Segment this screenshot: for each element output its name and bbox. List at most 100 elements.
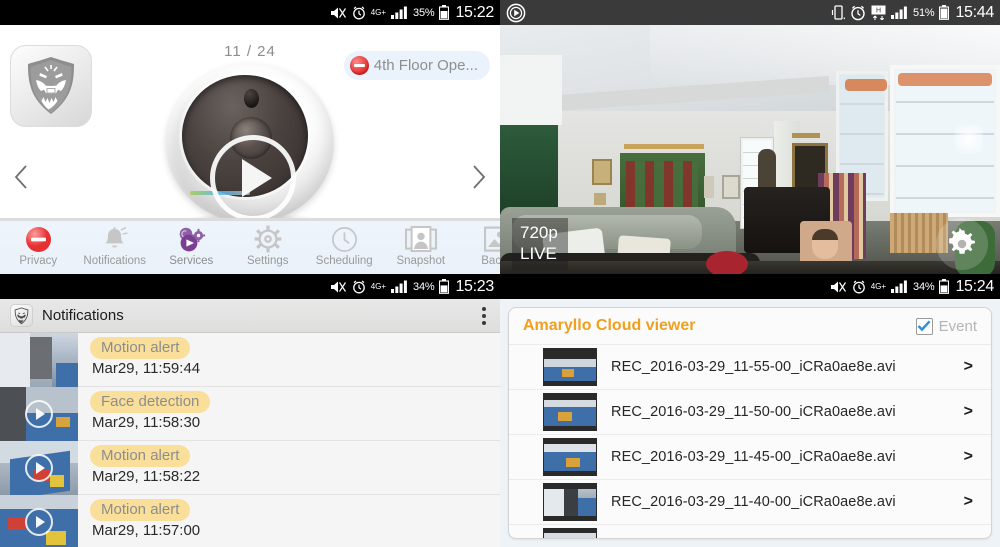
statusbar-notifications: 4G+ 34% 15:23: [0, 274, 500, 299]
pillow-hair: [812, 229, 838, 240]
panel-title: Notifications: [42, 307, 124, 324]
toolbar-label: Scheduling: [315, 255, 373, 267]
notification-list[interactable]: Motion alert Mar29, 11:59:44 Face detect…: [0, 333, 500, 547]
list-item[interactable]: Motion alert Mar29, 11:57:00: [0, 495, 500, 547]
alarm-icon: [852, 274, 866, 299]
notification-meta: Motion alert Mar29, 11:59:44: [78, 333, 500, 386]
table-row[interactable]: REC_2016-03-29_11-35-01_iCRa0ae8e.avi >: [509, 524, 991, 539]
signal-icon: [391, 0, 408, 25]
chevron-right-icon[interactable]: >: [964, 358, 973, 376]
gear-icon[interactable]: [936, 218, 988, 270]
chevron-right-icon[interactable]: [462, 155, 496, 199]
play-icon[interactable]: [25, 508, 53, 536]
chevron-left-icon[interactable]: [4, 155, 38, 199]
wall-frame-4: [704, 176, 714, 198]
table-row[interactable]: REC_2016-03-29_11-50-00_iCRa0ae8e.avi >: [509, 389, 991, 434]
network-label: 4G+: [370, 8, 387, 17]
cloud-viewer-panel: 4G+ 34% 15:24 Amaryllo Cloud viewer Even…: [500, 274, 1000, 547]
toolbar-item-privacy[interactable]: Privacy: [0, 221, 77, 267]
notification-time: Mar29, 11:58:30: [92, 414, 201, 431]
device-name-pill[interactable]: 4th Floor Ope...: [343, 51, 490, 80]
alarm-icon: [352, 0, 366, 25]
clock-icon: [331, 225, 358, 253]
toolbar-label: Backg: [481, 255, 500, 267]
gear-icon: [254, 225, 282, 253]
thumb-item: [566, 458, 580, 467]
battery-icon: [439, 274, 450, 299]
toolbar-item-background[interactable]: Backg: [459, 221, 500, 267]
cabinet-drawers: [626, 161, 698, 213]
bell-icon: [101, 225, 128, 253]
chevron-right-icon[interactable]: >: [964, 493, 973, 511]
device-selector-panel: 4G+ 35% 15:22 11 / 24 4th Floor Ope... P…: [0, 0, 500, 274]
live-camera-image[interactable]: 720p LIVE: [500, 25, 1000, 274]
wall-frame-1: [592, 159, 612, 185]
chevron-right-icon[interactable]: >: [964, 538, 973, 539]
window-flare: [955, 125, 983, 153]
data-transfer-icon: H: [871, 0, 886, 25]
play-icon[interactable]: [25, 400, 53, 428]
recording-thumbnail: [543, 483, 597, 521]
statusbar-live: H 51% 15:44: [500, 0, 1000, 25]
privacy-deny-icon: [349, 56, 369, 75]
left-window-glow: [500, 55, 562, 125]
status-badge: Face detection: [90, 391, 211, 413]
event-checkbox[interactable]: [915, 317, 933, 335]
app-screenshot-grid: 4G+ 35% 15:22 11 / 24 4th Floor Ope... P…: [0, 0, 1000, 547]
live-view-panel: H 51% 15:44 720p LIVE: [500, 0, 1000, 274]
toolbar-item-services[interactable]: Services: [153, 221, 230, 267]
thumb-letterbox-bottom: [544, 516, 596, 520]
toolbar-label: Snapshot: [396, 255, 446, 267]
toolbar-label: Services: [169, 255, 214, 267]
statusbar-cloud: 4G+ 34% 15:24: [500, 274, 1000, 299]
network-type-icon: 4G+: [871, 274, 886, 299]
live-label: LIVE: [520, 244, 557, 263]
thumb-letterbox-bottom: [544, 471, 596, 475]
play-icon[interactable]: [210, 135, 296, 221]
thumb-dark: [0, 387, 26, 441]
table-row[interactable]: REC_2016-03-29_11-55-00_iCRa0ae8e.avi >: [509, 344, 991, 389]
table-row[interactable]: REC_2016-03-29_11-45-00_iCRa0ae8e.avi >: [509, 434, 991, 479]
play-icon[interactable]: [25, 454, 53, 482]
chevron-right-icon[interactable]: >: [964, 403, 973, 421]
network-label: 4G+: [870, 282, 887, 291]
thumb-cart: [56, 363, 78, 387]
recording-name: REC_2016-03-29_11-40-00_iCRa0ae8e.avi: [611, 494, 896, 510]
notification-thumbnail: [0, 441, 78, 495]
battery-percent: 35%: [413, 6, 435, 19]
signal-icon: [891, 0, 908, 25]
notification-meta: Motion alert Mar29, 11:57:00: [78, 495, 500, 547]
window-decor-right: [898, 73, 992, 86]
services-icon: [176, 225, 206, 253]
recording-thumbnail: [543, 438, 597, 476]
thumb-item-yellow: [50, 475, 64, 487]
kebab-menu-icon[interactable]: [478, 303, 490, 329]
toolbar-label: Settings: [246, 255, 289, 267]
table-row[interactable]: REC_2016-03-29_11-40-00_iCRa0ae8e.avi >: [509, 479, 991, 524]
recording-thumbnail: [543, 528, 597, 538]
list-item[interactable]: Motion alert Mar29, 11:59:44: [0, 333, 500, 387]
thumb-letterbox-bottom: [544, 426, 596, 430]
vibrate-icon: [831, 0, 846, 25]
list-item[interactable]: Face detection Mar29, 11:58:30: [0, 387, 500, 441]
camera-sensor-dot: [244, 89, 259, 108]
toolbar-item-scheduling[interactable]: Scheduling: [306, 221, 383, 267]
signal-icon: [391, 274, 408, 299]
sphere-camera[interactable]: [160, 63, 340, 233]
notification-time: Mar29, 11:59:44: [92, 360, 201, 377]
alarm-icon: [352, 274, 366, 299]
recording-name: REC_2016-03-29_11-55-00_iCRa0ae8e.avi: [611, 359, 896, 375]
notification-meta: Motion alert Mar29, 11:58:22: [78, 441, 500, 494]
toolbar-item-notifications[interactable]: Notifications: [77, 221, 154, 267]
camera-portrait-icon: [404, 225, 437, 253]
list-item[interactable]: Motion alert Mar29, 11:58:22: [0, 441, 500, 495]
cabinet-rail: [624, 144, 704, 149]
live-badge: 720p LIVE: [512, 218, 568, 270]
toolbar-label: Privacy: [19, 255, 58, 267]
chevron-right-icon[interactable]: >: [964, 448, 973, 466]
recording-thumbnail: [543, 393, 597, 431]
event-filter[interactable]: Event: [915, 317, 977, 335]
toolbar-item-snapshot[interactable]: Snapshot: [383, 221, 460, 267]
toolbar-item-settings[interactable]: Settings: [230, 221, 307, 267]
thumb-item-yellow: [46, 531, 66, 545]
